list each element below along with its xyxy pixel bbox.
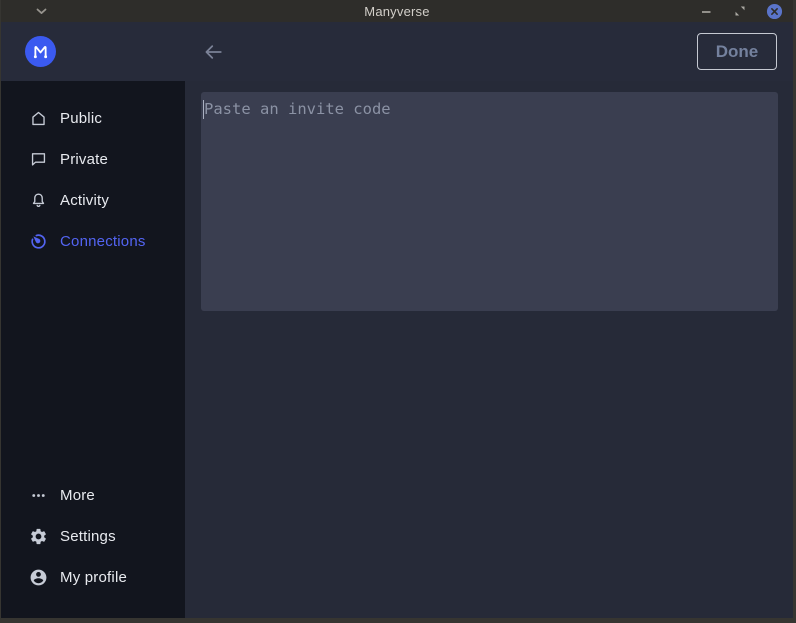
sidebar-item-label: Public bbox=[60, 110, 102, 127]
done-button[interactable]: Done bbox=[697, 33, 777, 70]
invite-code-input[interactable] bbox=[201, 92, 778, 311]
window-title: Manyverse bbox=[1, 4, 793, 19]
restore-window-icon[interactable] bbox=[731, 2, 749, 20]
titlebar: Manyverse bbox=[1, 0, 793, 22]
gauge-icon bbox=[29, 232, 48, 251]
manyverse-window: Manyverse Done bbox=[0, 0, 796, 623]
sidebar-item-settings[interactable]: Settings bbox=[1, 516, 185, 557]
sidebar-item-more[interactable]: More bbox=[1, 475, 185, 516]
sidebar-item-label: My profile bbox=[60, 569, 127, 586]
app-header: Done bbox=[1, 22, 793, 81]
bell-icon bbox=[29, 191, 48, 210]
main-pane bbox=[185, 81, 794, 618]
gear-icon bbox=[29, 527, 48, 546]
sidebar-item-activity[interactable]: Activity bbox=[1, 180, 185, 221]
window-controls bbox=[697, 0, 783, 22]
sidebar-item-private[interactable]: Private bbox=[1, 139, 185, 180]
message-icon bbox=[29, 150, 48, 169]
manyverse-logo-icon bbox=[25, 36, 56, 67]
home-icon bbox=[29, 109, 48, 128]
minimize-icon[interactable] bbox=[697, 2, 715, 20]
window-menu-chevron-down-icon[interactable] bbox=[35, 7, 48, 16]
invite-code-field-wrap bbox=[201, 92, 778, 311]
sidebar-item-connections[interactable]: Connections bbox=[1, 221, 185, 262]
ellipsis-icon bbox=[29, 486, 48, 505]
sidebar-item-label: More bbox=[60, 487, 95, 504]
sidebar-item-my-profile[interactable]: My profile bbox=[1, 557, 185, 598]
content-area: Public Private Activity bbox=[1, 81, 793, 618]
sidebar: Public Private Activity bbox=[1, 81, 185, 618]
sidebar-item-label: Settings bbox=[60, 528, 116, 545]
sidebar-item-public[interactable]: Public bbox=[1, 98, 185, 139]
sidebar-item-label: Private bbox=[60, 151, 108, 168]
sidebar-item-label: Connections bbox=[60, 233, 146, 250]
sidebar-item-label: Activity bbox=[60, 192, 109, 209]
sidebar-spacer bbox=[1, 262, 185, 475]
account-icon bbox=[29, 568, 48, 587]
back-arrow-icon[interactable] bbox=[202, 41, 224, 63]
close-window-icon[interactable] bbox=[765, 2, 783, 20]
